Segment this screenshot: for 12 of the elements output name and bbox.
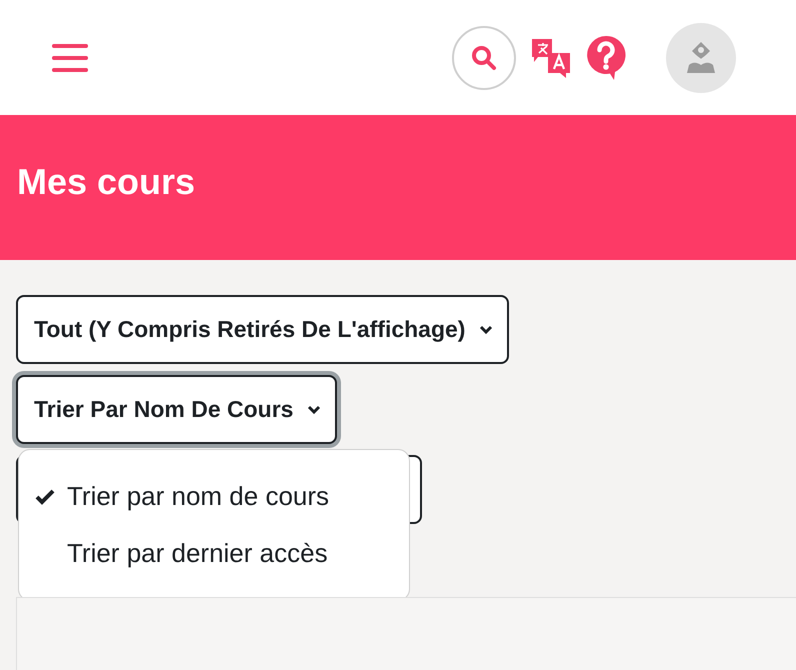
- search-button[interactable]: [452, 26, 516, 90]
- menu-icon[interactable]: [52, 42, 88, 72]
- chevron-icon: [307, 404, 322, 414]
- filter-dropdown[interactable]: Tout (Y Compris Retirés De L'affichage): [16, 295, 510, 364]
- menu-item[interactable]: Trier par dernier accès: [19, 525, 409, 582]
- menu-item[interactable]: Trier par nom de cours: [19, 468, 409, 525]
- search-icon: [471, 44, 497, 70]
- page-title: Mes cours: [17, 164, 196, 200]
- chevron-icon: [479, 324, 494, 334]
- help-icon[interactable]: [586, 34, 626, 80]
- translate-icon[interactable]: [530, 36, 572, 78]
- avatar-icon: [686, 40, 716, 74]
